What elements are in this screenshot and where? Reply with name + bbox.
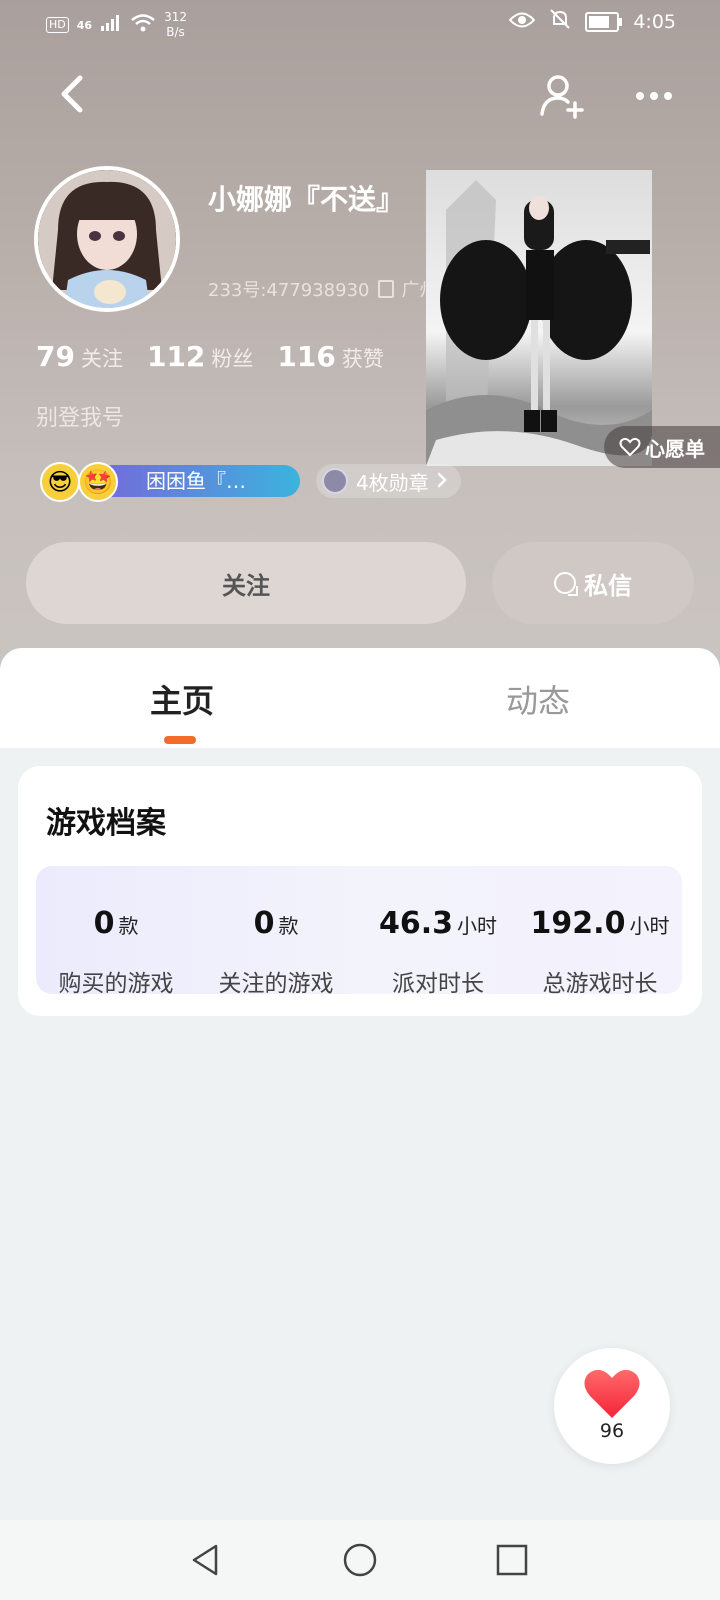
battery-icon <box>585 11 623 32</box>
mute-bell-icon <box>549 8 571 35</box>
wifi-icon <box>130 13 156 37</box>
chevron-right-icon <box>437 469 447 493</box>
game-stat-value: 192.0 <box>530 906 626 941</box>
tab-bar: 主页 动态 <box>0 648 720 748</box>
status-bar: HD 46 312 B/s 4:05 <box>0 0 720 48</box>
wishlist-label: 心愿单 <box>645 436 705 461</box>
medal-icon <box>322 468 348 494</box>
user-id: 233号:477938930 <box>208 280 370 301</box>
stat-following[interactable]: 79 关注 <box>36 340 123 373</box>
profile-header: HD 46 312 B/s 4:05 小娜娜『不送』 233号:47793893… <box>0 0 720 680</box>
tab-feed[interactable]: 动态 <box>506 676 570 722</box>
game-stat-value-row: 0款 <box>196 906 356 941</box>
badge-row: 😎 🤩 困困鱼『… 4枚勋章 <box>40 462 461 502</box>
top-nav <box>0 66 720 126</box>
clock: 4:05 <box>633 10 676 33</box>
heart-outline-icon <box>619 437 641 457</box>
chat-bubble-icon <box>554 572 578 596</box>
game-stat-value: 46.3 <box>378 906 454 941</box>
game-stat-label: 总游戏时长 <box>542 971 658 997</box>
stat-value: 116 <box>277 340 336 373</box>
game-stat-unit: 款 <box>278 914 299 938</box>
more-options-button[interactable] <box>630 76 680 116</box>
game-stat-unit: 款 <box>118 914 139 938</box>
hd-indicator: HD <box>46 17 69 33</box>
square-recents-icon <box>496 1544 528 1576</box>
card-title: 游戏档案 <box>46 806 166 841</box>
stat-followers[interactable]: 112 粉丝 <box>147 340 253 373</box>
game-stat-unit: 小时 <box>629 914 670 938</box>
medals-label: 4枚勋章 <box>356 470 429 495</box>
heart-icon <box>584 1369 640 1418</box>
speed-unit: B/s <box>166 25 185 39</box>
signal-icon <box>100 14 122 36</box>
user-id-row: 233号:477938930 广州 <box>208 276 432 302</box>
sunglasses-emoji-icon: 😎 <box>40 462 80 502</box>
speed-value: 312 <box>164 10 187 24</box>
character-image <box>426 180 652 466</box>
network-speed: 312 B/s <box>164 10 187 40</box>
game-stat-unit: 小时 <box>457 914 498 938</box>
medals-button[interactable]: 4枚勋章 <box>316 464 461 498</box>
nav-back-button[interactable] <box>186 1540 226 1580</box>
game-stat-value: 0 <box>253 906 275 941</box>
stat-label: 获赞 <box>341 347 384 371</box>
chevron-left-icon <box>61 75 83 113</box>
game-stat-value-row: 0款 <box>36 906 196 941</box>
title-badge[interactable]: 😎 🤩 困困鱼『… <box>40 462 300 502</box>
circle-home-icon <box>343 1543 377 1577</box>
profile-stats: 79 关注 112 粉丝 116 获赞 <box>36 340 384 373</box>
game-stat-value-row: 46.3 小时 <box>358 906 518 941</box>
more-dots-icon <box>636 92 672 100</box>
message-button[interactable]: 私信 <box>492 542 694 624</box>
message-label: 私信 <box>584 571 632 600</box>
game-stat-value: 0 <box>93 906 115 941</box>
stat-label: 关注 <box>80 347 123 371</box>
character-showcase[interactable] <box>426 170 652 466</box>
username: 小娜娜『不送』 <box>208 183 405 216</box>
avatar-image <box>38 170 176 308</box>
tab-home[interactable]: 主页 <box>150 676 214 722</box>
like-count: 96 <box>599 1420 625 1442</box>
back-button[interactable] <box>52 66 92 126</box>
add-friend-button[interactable] <box>538 70 588 120</box>
star-eyes-emoji-icon: 🤩 <box>78 462 118 502</box>
game-profile-card: 游戏档案 0款 购买的游戏 0款 关注的游戏 46.3 小时 派对时长 192.0… <box>18 766 702 1016</box>
active-tab-indicator <box>164 736 196 744</box>
avatar[interactable] <box>34 166 180 312</box>
game-stat-label: 购买的游戏 <box>58 971 174 997</box>
network-type: 46 <box>76 18 93 32</box>
add-user-icon <box>540 75 584 119</box>
game-stat-label: 派对时长 <box>392 971 484 997</box>
system-navigation-bar <box>0 1520 720 1600</box>
wishlist-button[interactable]: 心愿单 <box>604 426 720 468</box>
stat-value: 79 <box>36 340 75 373</box>
triangle-back-icon <box>192 1544 218 1576</box>
like-button[interactable]: 96 <box>554 1348 670 1464</box>
game-stats-box: 0款 购买的游戏 0款 关注的游戏 46.3 小时 派对时长 192.0 小时 总游… <box>36 866 682 997</box>
nav-home-button[interactable] <box>340 1540 380 1580</box>
bio: 别登我号 <box>36 406 125 431</box>
copy-icon[interactable] <box>377 280 394 298</box>
game-stat-label: 关注的游戏 <box>218 971 334 997</box>
stat-label: 粉丝 <box>211 347 254 371</box>
follow-button[interactable]: 关注 <box>26 542 466 624</box>
stat-value: 112 <box>146 340 206 373</box>
eye-icon <box>508 10 536 34</box>
stat-likes[interactable]: 116 获赞 <box>277 340 383 373</box>
game-stat-value-row: 192.0 小时 <box>520 906 680 941</box>
title-badge-text: 困困鱼『… <box>146 469 246 493</box>
nav-recents-button[interactable] <box>492 1540 532 1580</box>
